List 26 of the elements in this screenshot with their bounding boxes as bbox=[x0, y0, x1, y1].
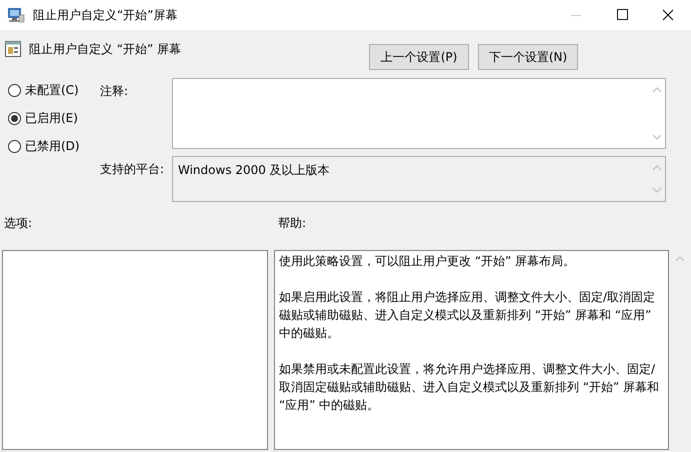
help-paragraph: 如果禁用或未配置此设置，将允许用户选择应用、调整文件大小、固定/取消固定磁贴或辅助磁贴、进入自定义模式以及重新排列 “开始” 屏幕和 “应用” 中的磁贴。 bbox=[279, 361, 660, 414]
radio-button[interactable] bbox=[8, 84, 21, 97]
policy-title: 阻止用户自定义 “开始” 屏幕 bbox=[29, 41, 182, 58]
help-paragraph: 使用此策略设置，可以阻止用户更改 “开始” 屏幕布局。 bbox=[279, 253, 576, 270]
platform-label: 支持的平台: bbox=[100, 161, 166, 178]
help-label: 帮助: bbox=[277, 215, 308, 232]
radio-label[interactable]: 已启用(E) bbox=[25, 110, 78, 127]
comment-label: 注释: bbox=[100, 83, 130, 100]
platform-value: Windows 2000 及以上版本 bbox=[177, 162, 331, 179]
scroll-up-icon[interactable] bbox=[652, 165, 662, 171]
policy-icon bbox=[5, 41, 21, 57]
previous-setting-button[interactable]: 上一个设置(P) bbox=[369, 44, 469, 70]
radio-label[interactable]: 已禁用(D) bbox=[25, 138, 80, 155]
next-setting-button[interactable]: 下一个设置(N) bbox=[478, 44, 578, 70]
comment-field[interactable] bbox=[172, 78, 666, 149]
window-title: 阻止用户自定义“开始”屏幕 bbox=[33, 6, 178, 24]
radio-label[interactable]: 未配置(C) bbox=[25, 82, 79, 99]
help-paragraph: 如果启用此设置，将阻止用户选择应用、调整文件大小、固定/取消固定磁贴或辅助磁贴、进入自定义模式以及重新排列 “开始” 屏幕和 “应用” 中的磁贴。 bbox=[279, 289, 656, 342]
scroll-down-icon[interactable] bbox=[652, 134, 662, 140]
options-label: 选项: bbox=[3, 215, 34, 232]
radio-button[interactable] bbox=[8, 112, 21, 125]
radio-button[interactable] bbox=[8, 140, 21, 153]
computer-icon bbox=[7, 7, 25, 23]
scroll-up-icon[interactable] bbox=[652, 87, 662, 93]
scroll-up-icon[interactable] bbox=[675, 256, 685, 262]
scroll-down-icon[interactable] bbox=[652, 187, 662, 193]
